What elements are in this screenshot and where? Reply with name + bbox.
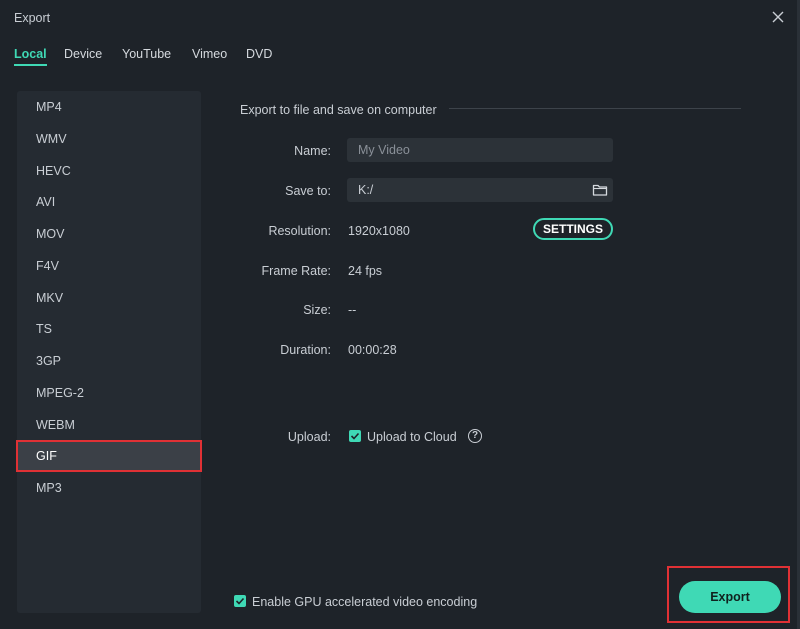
gpu-encoding-checkbox[interactable] [234, 595, 246, 607]
format-label: GIF [36, 449, 57, 463]
section-divider [449, 108, 741, 109]
format-label: AVI [36, 195, 56, 209]
format-item-mpeg2[interactable]: MPEG-2 [17, 378, 201, 408]
export-button-highlight: Export [667, 566, 790, 623]
format-label: TS [36, 322, 52, 336]
format-label: 3GP [36, 354, 62, 368]
gpu-encoding-label[interactable]: Enable GPU accelerated video encoding [252, 595, 477, 609]
frame-rate-label: Frame Rate: [261, 264, 331, 278]
format-label: WEBM [36, 418, 75, 432]
format-item-mov[interactable]: MOV [17, 219, 201, 249]
export-tabs: Local Device YouTube Vimeo DVD [0, 36, 800, 70]
format-item-gif[interactable]: GIF [16, 440, 202, 472]
format-item-f4v[interactable]: F4V [17, 251, 201, 281]
help-icon[interactable]: ? [468, 429, 482, 443]
tab-vimeo[interactable]: Vimeo [192, 47, 227, 61]
format-label: MP3 [36, 481, 62, 495]
upload-to-cloud-checkbox[interactable] [349, 430, 361, 442]
format-item-avi[interactable]: AVI [17, 187, 201, 217]
upload-label: Upload: [287, 430, 331, 444]
tab-dvd[interactable]: DVD [246, 47, 272, 61]
upload-to-cloud-label[interactable]: Upload to Cloud [367, 430, 457, 444]
format-item-wmv[interactable]: WMV [17, 124, 201, 154]
tab-local[interactable]: Local [14, 47, 47, 61]
format-label: HEVC [36, 164, 71, 178]
export-settings-panel: Export to file and save on computer Name… [211, 91, 791, 613]
format-item-mp4[interactable]: MP4 [17, 92, 201, 122]
format-label: MOV [36, 227, 65, 241]
format-item-ts[interactable]: TS [17, 314, 201, 344]
save-to-field[interactable]: K:/ [347, 178, 613, 202]
resolution-value: 1920x1080 [348, 224, 410, 238]
format-label: MKV [36, 291, 64, 305]
format-list: MP4 WMV HEVC AVI MOV F4V MKV TS 3GP MPEG… [16, 91, 202, 613]
folder-icon[interactable] [592, 182, 608, 198]
tab-youtube[interactable]: YouTube [122, 47, 171, 61]
format-item-webm[interactable]: WEBM [17, 410, 201, 440]
duration-label: Duration: [280, 343, 331, 357]
format-item-3gp[interactable]: 3GP [17, 346, 201, 376]
format-item-hevc[interactable]: HEVC [17, 156, 201, 186]
format-item-mkv[interactable]: MKV [17, 283, 201, 313]
settings-button[interactable]: SETTINGS [533, 218, 613, 240]
format-label: F4V [36, 259, 59, 273]
resolution-label: Resolution: [268, 224, 331, 238]
size-value: -- [348, 303, 357, 317]
export-button[interactable]: Export [679, 581, 781, 613]
save-to-value: K:/ [358, 183, 374, 197]
title-bar: Export [0, 0, 800, 36]
save-to-label: Save to: [285, 184, 331, 198]
name-input[interactable] [347, 138, 613, 162]
frame-rate-value: 24 fps [348, 264, 383, 278]
name-label: Name: [294, 144, 331, 158]
duration-value: 00:00:28 [348, 343, 397, 357]
format-label: MPEG-2 [36, 386, 84, 400]
size-label: Size: [303, 303, 331, 317]
close-icon[interactable] [770, 9, 786, 25]
tab-device[interactable]: Device [64, 47, 102, 61]
active-tab-indicator [14, 64, 47, 66]
window-title: Export [14, 11, 51, 25]
format-label: WMV [36, 132, 67, 146]
section-title: Export to file and save on computer [240, 103, 437, 117]
checkmark-icon [235, 597, 245, 605]
format-label: MP4 [36, 100, 62, 114]
checkmark-icon [350, 432, 360, 440]
format-item-mp3[interactable]: MP3 [17, 473, 201, 503]
